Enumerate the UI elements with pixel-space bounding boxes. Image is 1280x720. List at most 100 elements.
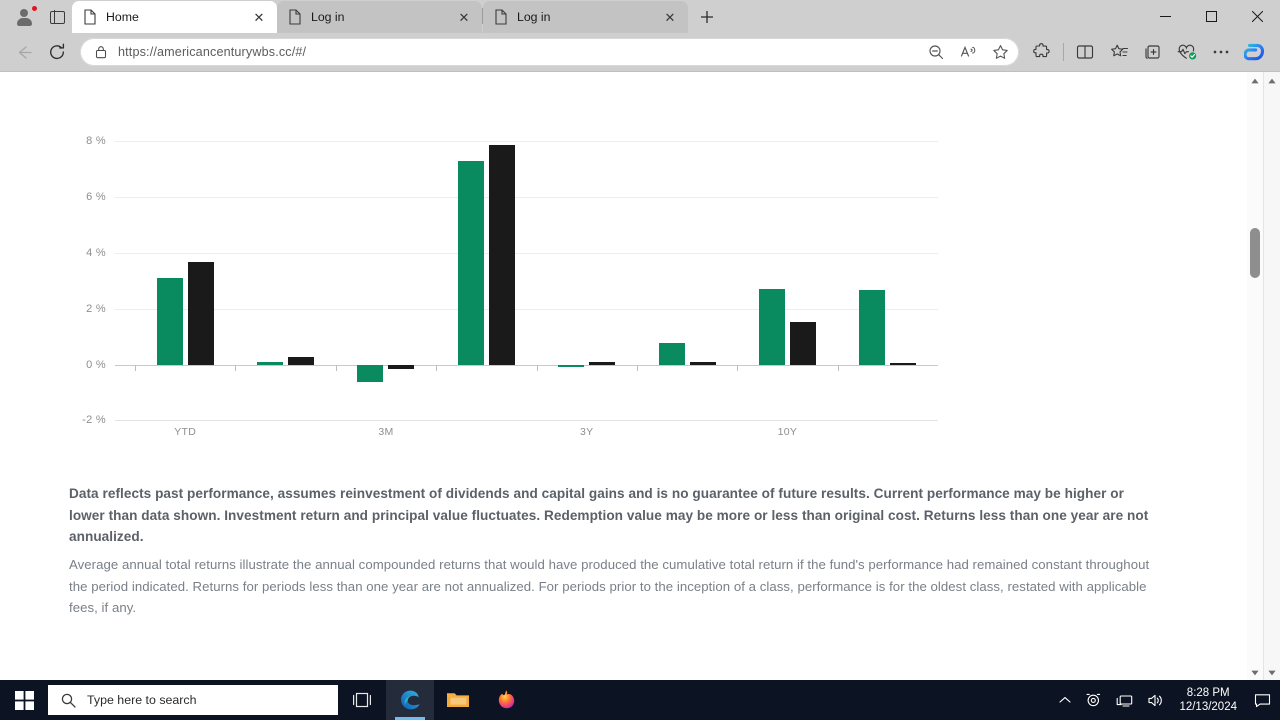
chart-x-tick <box>436 365 438 371</box>
clock-date: 12/13/2024 <box>1179 701 1237 713</box>
speaker-icon <box>1148 694 1163 706</box>
back-arrow-icon <box>18 45 32 59</box>
disclaimer-regular-text: Average annual total returns illustrate … <box>69 557 1150 615</box>
tab-strip: Home ✕ Log in ✕ Log in ✕ <box>0 0 1280 33</box>
chart-x-tick <box>536 365 538 371</box>
chart-bar[interactable] <box>758 288 785 365</box>
search-placeholder: Type here to search <box>87 693 197 707</box>
tab-home[interactable]: Home ✕ <box>72 1 277 33</box>
volume-tray-icon[interactable] <box>1140 680 1171 720</box>
tab-login-1[interactable]: Log in ✕ <box>277 1 482 33</box>
browser-window: Home ✕ Log in ✕ Log in ✕ https://america… <box>0 0 1280 680</box>
webcam-tray-icon[interactable] <box>1078 680 1109 720</box>
browser-essentials-button[interactable] <box>1170 37 1204 67</box>
start-button[interactable] <box>0 680 48 720</box>
camera-icon <box>1086 693 1101 706</box>
tab-title: Log in <box>517 10 551 24</box>
copilot-icon <box>1244 43 1265 61</box>
chart-bar[interactable] <box>388 365 415 369</box>
window-scrollbar[interactable] <box>1263 72 1280 680</box>
tab-login-2[interactable]: Log in ✕ <box>483 1 688 33</box>
favorite-star-icon[interactable] <box>985 40 1015 64</box>
tab-actions-button[interactable] <box>42 2 72 32</box>
taskbar-app-firefox[interactable] <box>482 680 530 720</box>
chart-bar[interactable] <box>589 361 616 365</box>
chart-bar[interactable] <box>658 343 685 365</box>
page-scroll-thumb[interactable] <box>1250 228 1260 278</box>
taskbar-app-file-explorer[interactable] <box>434 680 482 720</box>
show-hidden-icons-button[interactable] <box>1052 680 1078 720</box>
chart-gridline <box>115 309 938 310</box>
page-scrollbar[interactable] <box>1247 72 1263 680</box>
action-center-button[interactable] <box>1247 680 1278 720</box>
tab-close-button[interactable]: ✕ <box>661 8 679 26</box>
system-tray: 8:28 PM 12/13/2024 <box>1052 680 1280 720</box>
minimize-button[interactable] <box>1142 0 1188 33</box>
zoom-out-icon[interactable] <box>921 40 951 64</box>
favorites-button[interactable] <box>1102 37 1136 67</box>
chart-y-axis-label: 2 % <box>86 303 106 315</box>
new-tab-button[interactable] <box>692 3 722 31</box>
chart-bar[interactable] <box>558 365 585 368</box>
page-scroll-down-arrow[interactable] <box>1247 664 1263 680</box>
chart-bar[interactable] <box>488 145 515 365</box>
close-window-button[interactable] <box>1234 0 1280 33</box>
network-monitor-icon <box>1117 694 1133 707</box>
read-aloud-icon[interactable] <box>953 40 983 64</box>
chart-x-tick <box>837 365 839 371</box>
window-scroll-up-arrow[interactable] <box>1264 72 1280 89</box>
maximize-button[interactable] <box>1188 0 1234 33</box>
chart-y-axis-label: 6 % <box>86 191 106 203</box>
tab-title: Home <box>106 10 139 24</box>
tab-close-button[interactable]: ✕ <box>250 8 268 26</box>
chart-x-axis-label: 3Y <box>579 426 594 438</box>
windows-taskbar: Type here to search 8:28 PM 12/13/2024 <box>0 680 1280 720</box>
puzzle-piece-icon <box>1033 43 1050 58</box>
settings-and-more-button[interactable] <box>1204 37 1238 67</box>
page-scroll-up-arrow[interactable] <box>1247 72 1263 89</box>
window-scroll-down-arrow[interactable] <box>1264 664 1280 680</box>
chart-bar[interactable] <box>156 277 183 365</box>
taskbar-clock[interactable]: 8:28 PM 12/13/2024 <box>1171 680 1247 720</box>
task-view-button[interactable] <box>338 680 386 720</box>
chart-x-tick <box>636 365 638 371</box>
chart-bar[interactable] <box>457 161 484 365</box>
chart-y-axis-label: 8 % <box>86 135 106 147</box>
close-icon <box>1251 11 1263 22</box>
vertical-tabs-icon <box>49 10 65 24</box>
reload-button[interactable] <box>40 37 74 67</box>
navigation-toolbar: https://americancenturywbs.cc/#/ <box>0 33 1280 71</box>
taskbar-search-box[interactable]: Type here to search <box>48 685 338 715</box>
chart-bar[interactable] <box>859 289 886 365</box>
profile-button[interactable] <box>6 2 42 32</box>
collections-button[interactable] <box>1136 37 1170 67</box>
chart-x-axis-label: YTD <box>174 426 197 438</box>
chart-x-axis-label: 10Y <box>777 426 798 438</box>
chart-bar[interactable] <box>357 365 384 383</box>
chart-bar[interactable] <box>689 362 716 365</box>
chart-x-tick <box>737 365 739 371</box>
chart-bottom-axis <box>115 420 938 421</box>
address-bar-actions <box>921 40 1015 64</box>
back-button[interactable] <box>6 37 40 67</box>
page-viewport: 8 % 6 % 4 % 2 % 0 % -2 % YTD 3M 3Y 10Y Data refle… <box>0 71 1280 680</box>
extensions-button[interactable] <box>1025 37 1059 67</box>
chart-gridline <box>115 365 938 366</box>
chart-bar[interactable] <box>288 357 315 365</box>
chart-x-tick <box>335 365 337 371</box>
page-icon <box>494 9 508 25</box>
tab-close-button[interactable]: ✕ <box>455 8 473 26</box>
chart-bar[interactable] <box>890 363 917 366</box>
split-screen-button[interactable] <box>1068 37 1102 67</box>
url-text: https://americancenturywbs.cc/#/ <box>118 45 307 59</box>
chart-bar[interactable] <box>187 262 214 365</box>
chart-bar[interactable] <box>257 361 284 365</box>
heart-pulse-icon <box>1177 44 1197 60</box>
address-bar[interactable]: https://americancenturywbs.cc/#/ <box>80 38 1019 66</box>
page-icon <box>288 9 302 25</box>
taskbar-app-edge[interactable] <box>386 680 434 720</box>
file-explorer-icon <box>447 693 469 707</box>
copilot-button[interactable] <box>1238 37 1272 67</box>
chart-bar[interactable] <box>789 321 816 365</box>
network-tray-icon[interactable] <box>1109 680 1140 720</box>
